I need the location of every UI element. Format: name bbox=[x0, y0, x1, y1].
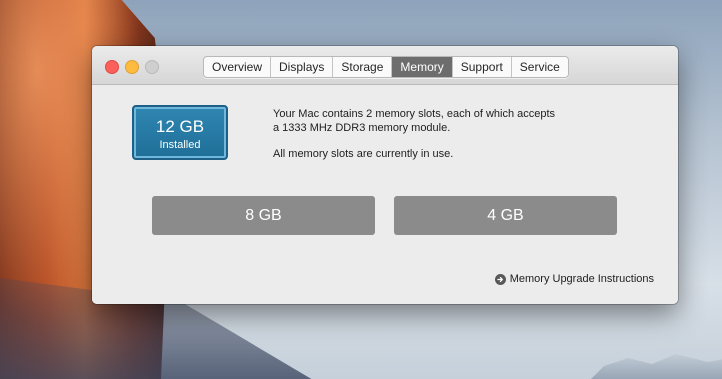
installed-memory-badge: 12 GB Installed bbox=[132, 105, 228, 160]
tab-service[interactable]: Service bbox=[512, 57, 568, 77]
memory-pane: 12 GB Installed Your Mac contains 2 memo… bbox=[92, 85, 678, 304]
memory-upgrade-instructions-label: Memory Upgrade Instructions bbox=[509, 273, 654, 285]
close-window-button[interactable] bbox=[105, 60, 119, 74]
memory-status-text: All memory slots are currently in use. bbox=[273, 148, 454, 160]
tab-displays[interactable]: Displays bbox=[271, 57, 334, 77]
memory-slot-1: 8 GB bbox=[152, 196, 375, 235]
memory-description-line-2: a 1333 MHz DDR3 memory module. bbox=[273, 122, 451, 134]
zoom-window-button bbox=[145, 60, 159, 74]
tab-bar: Overview Displays Storage Memory Support… bbox=[203, 56, 569, 78]
tab-support[interactable]: Support bbox=[453, 57, 512, 77]
memory-description: Your Mac contains 2 memory slots, each o… bbox=[273, 107, 613, 161]
tab-overview[interactable]: Overview bbox=[204, 57, 272, 77]
minimize-window-button[interactable] bbox=[125, 60, 139, 74]
titlebar: Overview Displays Storage Memory Support… bbox=[92, 46, 678, 85]
memory-upgrade-instructions-link[interactable]: Memory Upgrade Instructions bbox=[494, 273, 654, 285]
installed-memory-size: 12 GB bbox=[155, 117, 205, 136]
memory-slot-2: 4 GB bbox=[394, 196, 617, 235]
installed-memory-label: Installed bbox=[159, 139, 201, 151]
about-this-mac-window: Overview Displays Storage Memory Support… bbox=[92, 46, 678, 304]
tab-memory[interactable]: Memory bbox=[392, 57, 453, 77]
arrow-circle-right-icon bbox=[494, 273, 506, 285]
tab-storage[interactable]: Storage bbox=[333, 57, 393, 77]
memory-description-line-1: Your Mac contains 2 memory slots, each o… bbox=[273, 108, 556, 120]
